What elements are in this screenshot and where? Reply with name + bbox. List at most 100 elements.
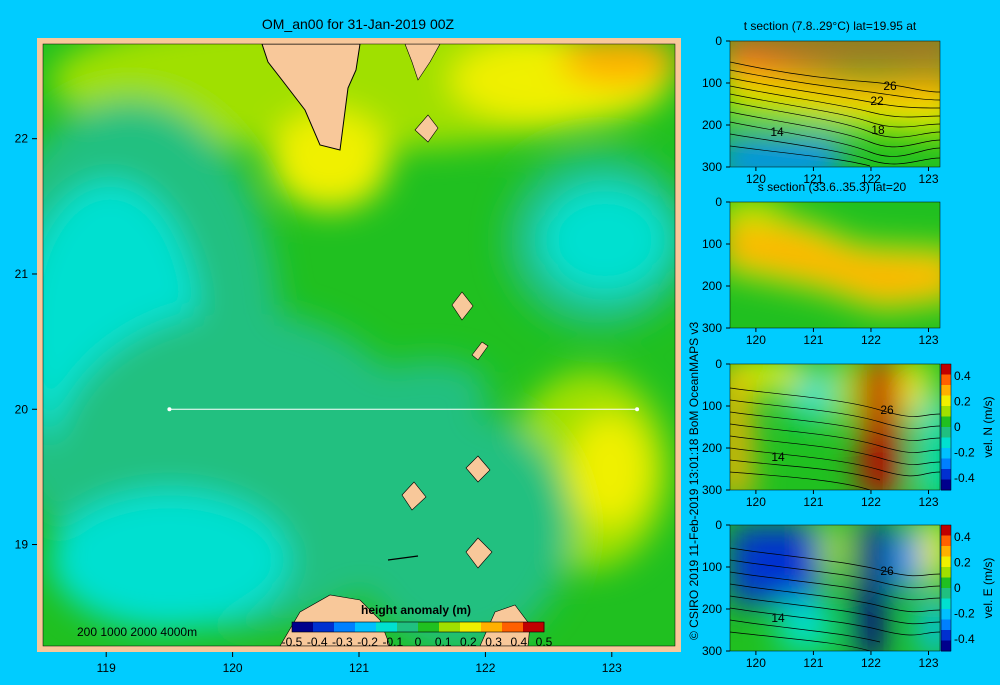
velocity-north-panel: 26 14 0 100 200 300 120 121 122 123 0.4 0.2 0 -0.2… xyxy=(702,357,995,509)
y-tick-label: 300 xyxy=(702,321,722,335)
x-tick-label: 120 xyxy=(746,333,766,347)
colorbar-swatch xyxy=(941,525,951,536)
colorbar-tick-label: 0.5 xyxy=(536,635,553,649)
colorbar-swatch xyxy=(941,469,951,480)
colorbar-ticks: -0.5 -0.4 -0.3 -0.2 -0.1 0 0.1 0.2 0.3 0.4 0.5 xyxy=(282,635,553,649)
colorbar-swatch xyxy=(941,437,951,449)
y-tick-label: 300 xyxy=(702,483,722,497)
x-tick-label: 122 xyxy=(475,661,495,675)
colorbar-swatch xyxy=(941,567,951,578)
y-tick-label: 100 xyxy=(702,237,722,251)
contour-label: 26 xyxy=(883,79,897,93)
x-tick-label: 120 xyxy=(746,656,766,670)
colorbar-tick-label: 0.3 xyxy=(485,635,502,649)
height-anomaly-field xyxy=(43,44,675,646)
y-tick-label: 300 xyxy=(702,644,722,658)
colorbar-tick-label: 0 xyxy=(954,581,961,595)
x-tick-label: 121 xyxy=(349,661,369,675)
section-end-marker xyxy=(635,407,640,412)
colorbar-tick-label: -0.3 xyxy=(332,635,353,649)
colorbar-swatch xyxy=(460,622,482,632)
panel-title: s section (33.6..35.3) lat=20 xyxy=(758,180,907,194)
salinity-section-panel: s section (33.6..35.3) lat=20 0 100 200 300… xyxy=(702,180,941,347)
colorbar-tick-label: 0.1 xyxy=(435,635,452,649)
contour-label: 14 xyxy=(771,611,785,625)
x-tick-label: 123 xyxy=(918,656,938,670)
temperature-section-panel: t section (7.8..29°C) lat=19.95 at 26 22… xyxy=(702,19,941,186)
y-tick-label: 0 xyxy=(715,518,722,532)
colorbar-tick-label: -0.2 xyxy=(357,635,378,649)
x-tick-label: 121 xyxy=(803,656,823,670)
y-tick-label: 0 xyxy=(715,357,722,371)
colorbar-swatch xyxy=(941,619,951,631)
colorbar-swatch xyxy=(941,546,951,557)
y-tick-label: 300 xyxy=(702,160,722,174)
colorbar-tick-label: 0.4 xyxy=(954,369,971,383)
oceanmaps-figure: OM_an00 for 31-Jan-2019 00Z 119 120 121 … xyxy=(0,0,1000,680)
contour-label: 22 xyxy=(870,94,884,108)
x-tick-label: 120 xyxy=(746,495,766,509)
colorbar-swatch xyxy=(355,622,377,632)
contour-label: 14 xyxy=(770,125,784,139)
colorbar-tick-label: -0.4 xyxy=(307,635,328,649)
y-tick-label: 200 xyxy=(702,441,722,455)
colorbar-swatch xyxy=(941,385,951,396)
colorbar-swatch xyxy=(941,609,951,620)
x-tick-label: 123 xyxy=(918,495,938,509)
x-tick-label: 122 xyxy=(861,333,881,347)
depth-legend: 200 1000 2000 4000m xyxy=(77,625,197,639)
colorbar-label: vel. N (m/s) xyxy=(981,396,995,457)
colorbar-swatch xyxy=(941,598,951,610)
colorbar-tick-label: 0.2 xyxy=(954,556,971,570)
vel-n-colorbar: 0.4 0.2 0 -0.2 -0.4 xyxy=(940,363,975,491)
vel-e-colorbar: 0.4 0.2 0 -0.2 -0.4 xyxy=(940,524,975,652)
section-start-marker xyxy=(167,407,172,412)
contour-label: 14 xyxy=(771,450,785,464)
colorbar-swatch xyxy=(941,406,951,417)
x-tick-label: 123 xyxy=(918,172,938,186)
colorbar-swatches xyxy=(291,621,545,633)
colorbar-swatch xyxy=(941,458,951,470)
colorbar-swatch xyxy=(292,622,314,632)
colorbar-tick-label: -0.2 xyxy=(954,446,975,460)
colorbar-swatch xyxy=(941,588,951,599)
x-tick-label: 121 xyxy=(803,333,823,347)
y-tick-label: 100 xyxy=(702,399,722,413)
x-tick-label: 122 xyxy=(861,656,881,670)
velocity-east-panel: 26 14 0 100 200 300 120 121 122 123 0.4 0.2 0 -0.2… xyxy=(702,518,995,670)
colorbar-swatch xyxy=(313,622,335,632)
y-tick-label: 20 xyxy=(15,402,29,416)
colorbar-tick-label: -0.1 xyxy=(382,635,403,649)
colorbar-swatch xyxy=(941,416,951,428)
x-tick-label: 123 xyxy=(918,333,938,347)
section-panels: t section (7.8..29°C) lat=19.95 at 26 22… xyxy=(702,19,995,670)
colorbar-tick-label: 0.2 xyxy=(954,395,971,409)
contour-label: 18 xyxy=(871,123,885,137)
colorbar-swatch xyxy=(502,622,524,632)
colorbar-tick-label: 0 xyxy=(415,635,422,649)
colorbar-tick-label: -0.4 xyxy=(954,632,975,646)
y-tick-label: 0 xyxy=(715,34,722,48)
x-tick-label: 122 xyxy=(861,495,881,509)
colorbar-swatch xyxy=(941,630,951,641)
colorbar-swatch xyxy=(941,577,951,589)
y-tick-label: 0 xyxy=(715,195,722,209)
x-tick-label: 119 xyxy=(97,661,116,675)
contour-label: 26 xyxy=(880,564,894,578)
map-title: OM_an00 for 31-Jan-2019 00Z xyxy=(262,16,455,32)
colorbar-swatch xyxy=(481,622,503,632)
colorbar-swatch xyxy=(941,395,951,407)
colorbar-swatch xyxy=(941,374,951,386)
colorbar-swatch xyxy=(941,556,951,568)
colorbar-tick-label: 0 xyxy=(954,420,961,434)
colorbar-swatch xyxy=(397,622,419,632)
colorbar-tick-label: 0.4 xyxy=(954,530,971,544)
y-tick-label: 100 xyxy=(702,76,722,90)
contour-label: 26 xyxy=(880,403,894,417)
colorbar-swatch xyxy=(941,535,951,547)
colorbar-swatch xyxy=(941,479,951,491)
y-tick-label: 200 xyxy=(702,602,722,616)
colorbar-swatch xyxy=(376,622,398,632)
colorbar-swatch xyxy=(941,364,951,375)
credit-line: © CSIRO 2019 11-Feb-2019 13:01:18 BoM Oc… xyxy=(687,322,701,640)
